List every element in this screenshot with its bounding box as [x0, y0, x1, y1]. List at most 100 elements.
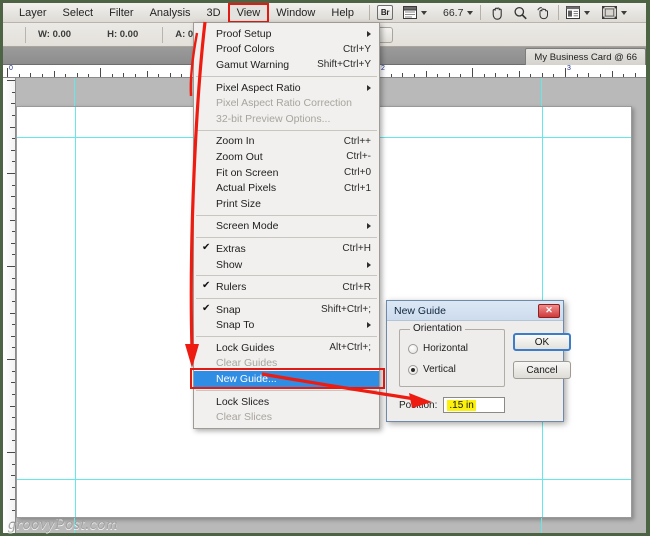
- menu-item-shortcut: Ctrl++: [343, 135, 371, 147]
- menu-filter[interactable]: Filter: [101, 4, 141, 22]
- menu-item-zoom-in[interactable]: Zoom In Ctrl++: [194, 134, 379, 150]
- menu-window[interactable]: Window: [268, 4, 323, 22]
- ok-button[interactable]: OK: [513, 333, 571, 351]
- submenu-arrow-icon: [367, 30, 371, 37]
- ruler-tick: [146, 71, 148, 77]
- close-icon[interactable]: ✕: [538, 303, 560, 318]
- ruler-tick: [390, 74, 392, 77]
- new-guide-dialog[interactable]: New Guide ✕ Orientation Horizontal Verti…: [386, 300, 571, 422]
- menu-item-rulers[interactable]: ✔ Rulers Ctrl+R: [194, 279, 379, 295]
- guide-vertical-left[interactable]: [75, 107, 76, 517]
- ruler-tick: [7, 68, 8, 77]
- ruler-tick: [12, 254, 15, 256]
- zoom-level-chevron-down-icon[interactable]: [467, 10, 474, 15]
- position-input[interactable]: .15 in: [443, 397, 506, 413]
- ruler-tick: [9, 126, 15, 128]
- menu-item-zoom-out[interactable]: Zoom Out Ctrl+-: [194, 149, 379, 165]
- cancel-button[interactable]: Cancel: [513, 361, 571, 379]
- menu-item-label: Pixel Aspect Ratio: [216, 81, 301, 94]
- ruler-tick: [11, 289, 15, 291]
- ruler-tick: [12, 231, 15, 233]
- menu-item-snap[interactable]: ✔ Snap Shift+Ctrl+;: [194, 302, 379, 318]
- vertical-ruler[interactable]: [3, 78, 16, 533]
- zoom-level-value: 66.7: [443, 6, 464, 19]
- checkmark-icon: ✔: [202, 302, 211, 314]
- ruler-tick: [576, 74, 578, 77]
- menu-select[interactable]: Select: [55, 4, 102, 22]
- menu-help[interactable]: Help: [323, 4, 362, 22]
- dialog-title-bar: New Guide ✕: [387, 301, 563, 321]
- menu-item-fit-on-screen[interactable]: Fit on Screen Ctrl+0: [194, 165, 379, 181]
- menu-separator: [196, 336, 377, 338]
- radio-horizontal[interactable]: Horizontal: [408, 343, 468, 354]
- view-dropdown-menu[interactable]: Proof Setup Proof Colors Ctrl+Y Gamut Warni…: [190, 22, 385, 430]
- menu-item-shortcut: Ctrl+Y: [342, 43, 371, 55]
- menubar-divider-2: [480, 5, 482, 20]
- screen-mode-icon[interactable]: [602, 6, 618, 19]
- dialog-title: New Guide: [394, 304, 446, 317]
- zoom-tool-icon[interactable]: [513, 6, 528, 20]
- menu-3d[interactable]: 3D: [199, 4, 229, 22]
- ruler-tick: [11, 149, 15, 151]
- arrange-documents-chevron-down-icon[interactable]: [584, 10, 591, 15]
- menu-view[interactable]: View: [227, 2, 270, 23]
- ruler-tick: [448, 72, 450, 77]
- ruler-tick: [483, 74, 485, 77]
- ruler-tick: [437, 74, 439, 77]
- radio-horizontal-icon[interactable]: [408, 343, 418, 354]
- menu-item-proof-setup[interactable]: Proof Setup: [194, 26, 379, 42]
- menu-item-screen-mode[interactable]: Screen Mode: [194, 219, 379, 235]
- menu-item-show[interactable]: Show: [194, 257, 379, 273]
- menu-separator: [196, 214, 377, 216]
- guide-vertical-left-extension: [74, 78, 75, 106]
- hand-tool-icon[interactable]: [490, 6, 505, 20]
- menu-item-snap-to[interactable]: Snap To: [194, 318, 379, 334]
- menu-layer[interactable]: Layer: [11, 4, 55, 22]
- menu-item-shortcut: Ctrl+R: [342, 281, 371, 293]
- ruler-tick: [158, 74, 160, 77]
- menu-item-lock-guides[interactable]: Lock Guides Alt+Ctrl+;: [194, 340, 379, 356]
- arrange-documents-icon[interactable]: [566, 6, 581, 19]
- menu-item-shortcut: Shift+Ctrl+Y: [317, 59, 371, 71]
- ruler-tick: [12, 440, 15, 442]
- menu-item-label: 32-bit Preview Options...: [216, 112, 331, 125]
- ruler-tick: [402, 72, 404, 77]
- menu-item-lock-slices[interactable]: Lock Slices: [194, 394, 379, 410]
- radio-vertical-icon[interactable]: [408, 364, 418, 375]
- menu-item-gamut-warning[interactable]: Gamut Warning Shift+Ctrl+Y: [194, 57, 379, 73]
- ruler-tick: [7, 80, 15, 81]
- menu-item-new-guide[interactable]: New Guide...: [190, 368, 385, 390]
- menu-item-extras[interactable]: ✔ Extras Ctrl+H: [194, 241, 379, 257]
- ruler-tick: [100, 68, 101, 77]
- ruler-tick: [88, 74, 90, 77]
- menu-item-label: Pixel Aspect Ratio Correction: [216, 97, 352, 110]
- menu-item-print-size[interactable]: Print Size: [194, 196, 379, 212]
- menu-item-label: Zoom Out: [216, 150, 263, 163]
- guide-vertical-right-extension-bottom: [541, 518, 542, 533]
- ruler-tick: [111, 74, 113, 77]
- ruler-tick: [30, 72, 32, 77]
- menu-item-label: Proof Setup: [216, 27, 272, 40]
- position-value: .15 in: [447, 399, 476, 411]
- menu-item-32-bit-preview-options: 32-bit Preview Options...: [194, 111, 379, 127]
- menu-item-label: Zoom In: [216, 135, 255, 148]
- rotate-view-icon[interactable]: [536, 6, 551, 20]
- screen-mode-chevron-down-icon[interactable]: [621, 10, 628, 15]
- screen-layout-chevron-down-icon[interactable]: [421, 10, 427, 15]
- ruler-tick: [9, 498, 15, 500]
- ruler-tick: [181, 74, 183, 77]
- ruler-tick: [7, 173, 15, 174]
- document-tab[interactable]: My Business Card @ 66: [525, 48, 646, 65]
- guide-horizontal-bottom[interactable]: [17, 479, 631, 480]
- menu-analysis[interactable]: Analysis: [142, 4, 199, 22]
- menubar-divider-1: [369, 5, 370, 20]
- screen-layout-icon[interactable]: [403, 6, 417, 19]
- menu-item-proof-colors[interactable]: Proof Colors Ctrl+Y: [194, 42, 379, 58]
- bridge-icon[interactable]: Br: [377, 5, 393, 20]
- ruler-tick: [530, 74, 532, 77]
- menu-item-shortcut: Ctrl+1: [344, 182, 371, 194]
- menu-item-pixel-aspect-ratio[interactable]: Pixel Aspect Ratio: [194, 80, 379, 96]
- menu-item-actual-pixels[interactable]: Actual Pixels Ctrl+1: [194, 180, 379, 196]
- radio-vertical[interactable]: Vertical: [408, 364, 456, 375]
- ruler-tick: [123, 72, 125, 77]
